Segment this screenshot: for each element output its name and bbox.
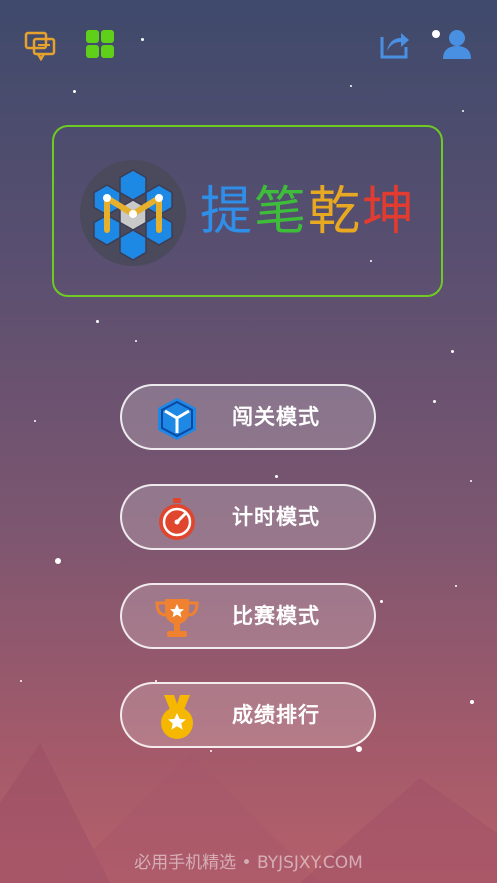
share-icon[interactable] <box>377 27 411 61</box>
timed-mode-label: 计时模式 <box>232 505 320 529</box>
match-mode-button[interactable]: 比赛模式 <box>120 583 376 649</box>
medal-icon <box>154 694 200 740</box>
user-icon[interactable] <box>440 27 474 61</box>
ranking-button[interactable]: 成绩排行 <box>120 682 376 748</box>
trophy-icon <box>154 595 200 641</box>
app-logo-card: 提笔乾坤 <box>52 125 443 297</box>
footer-watermark: 必用手机精选 • BYJSJXY.COM <box>134 853 363 873</box>
stopwatch-icon <box>154 496 200 542</box>
match-mode-label: 比赛模式 <box>232 604 320 628</box>
app-title-char: 提 <box>200 182 255 242</box>
cube-icon <box>154 396 200 442</box>
timed-mode-button[interactable]: 计时模式 <box>120 484 376 550</box>
grid-apps-icon[interactable] <box>83 27 117 61</box>
chat-bubbles-icon[interactable] <box>23 27 57 62</box>
app-title: 提笔乾坤 <box>200 177 416 247</box>
hexagon-logo-icon <box>78 158 188 268</box>
app-title-char: 乾 <box>308 182 363 242</box>
app-title-char: 笔 <box>254 182 309 242</box>
level-mode-button[interactable]: 闯关模式 <box>120 384 376 450</box>
level-mode-label: 闯关模式 <box>232 405 320 429</box>
ranking-label: 成绩排行 <box>232 703 320 727</box>
app-title-char: 坤 <box>362 182 417 242</box>
